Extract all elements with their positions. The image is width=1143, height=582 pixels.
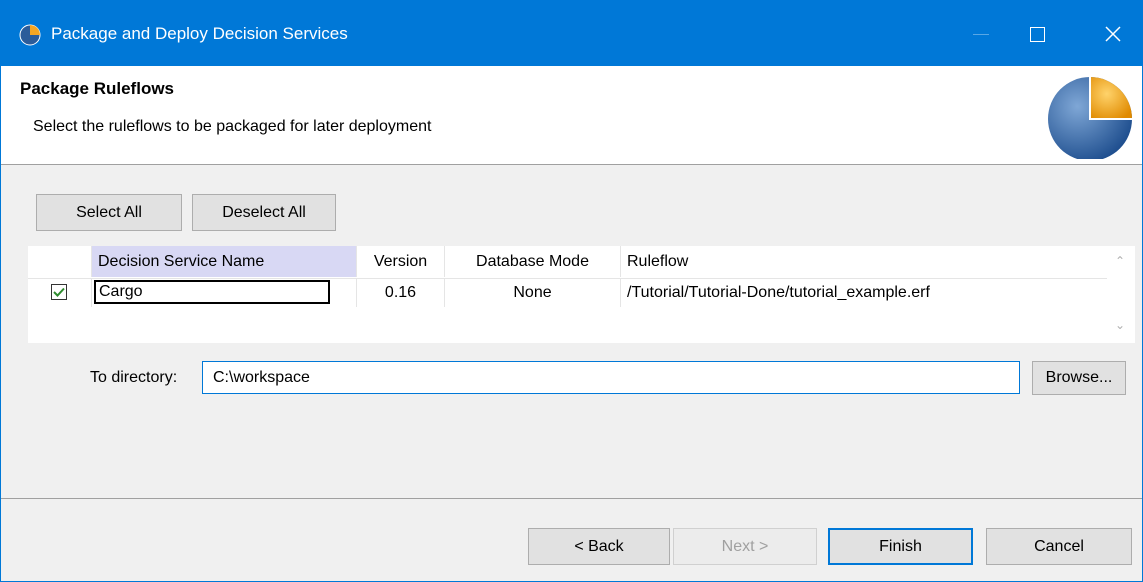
minimize-icon [973,33,989,35]
directory-input[interactable]: C:\workspace [202,361,1020,394]
column-header-name[interactable]: Decision Service Name [92,246,357,277]
page-description: Select the ruleflows to be packaged for … [33,118,432,135]
row-checkbox[interactable] [51,284,67,300]
name-cell: Cargo [92,278,357,307]
window-title: Package and Deploy Decision Services [51,24,348,43]
column-header-version[interactable]: Version [357,246,445,277]
back-button[interactable]: < Back [528,528,670,565]
database-mode-cell: None [445,278,621,307]
name-cell-editor[interactable]: Cargo [94,280,330,304]
close-icon [1105,26,1121,42]
cancel-button[interactable]: Cancel [986,528,1132,565]
row-check-cell [28,278,92,307]
table-row[interactable]: Cargo 0.16 None /Tutorial/Tutorial-Done/… [28,278,1107,307]
wizard-logo-icon [1048,77,1132,159]
select-all-button[interactable]: Select All [36,194,182,231]
footer-separator [1,498,1142,499]
wizard-header: Package Ruleflows Select the ruleflows t… [1,66,1142,165]
close-button[interactable] [1090,9,1136,59]
column-header-ruleflow[interactable]: Ruleflow [621,246,1107,277]
column-header-database-mode[interactable]: Database Mode [445,246,621,277]
ruleflow-table: Decision Service Name Version Database M… [28,246,1135,343]
ruleflow-cell: /Tutorial/Tutorial-Done/tutorial_example… [621,278,1107,307]
checkmark-icon [53,287,65,297]
page-title: Package Ruleflows [20,79,175,98]
scroll-up-icon[interactable]: ⌃ [1115,254,1125,268]
deselect-all-button[interactable]: Deselect All [192,194,336,231]
directory-label: To directory: [90,369,178,386]
minimize-button[interactable] [958,9,1004,59]
table-scrollbar[interactable]: ⌃ ⌄ [1107,246,1135,343]
app-logo-icon [19,24,41,46]
maximize-icon [1029,26,1045,42]
browse-button[interactable]: Browse... [1032,361,1126,395]
title-bar[interactable]: Package and Deploy Decision Services [1,1,1142,66]
column-header-check[interactable] [28,246,92,277]
finish-button[interactable]: Finish [828,528,973,565]
dialog-window: Package and Deploy Decision Services Pac… [0,0,1143,582]
next-button[interactable]: Next > [673,528,817,565]
version-cell: 0.16 [357,278,445,307]
scroll-down-icon[interactable]: ⌄ [1115,318,1125,332]
table-header: Decision Service Name Version Database M… [28,246,1107,278]
maximize-button[interactable] [1014,9,1060,59]
